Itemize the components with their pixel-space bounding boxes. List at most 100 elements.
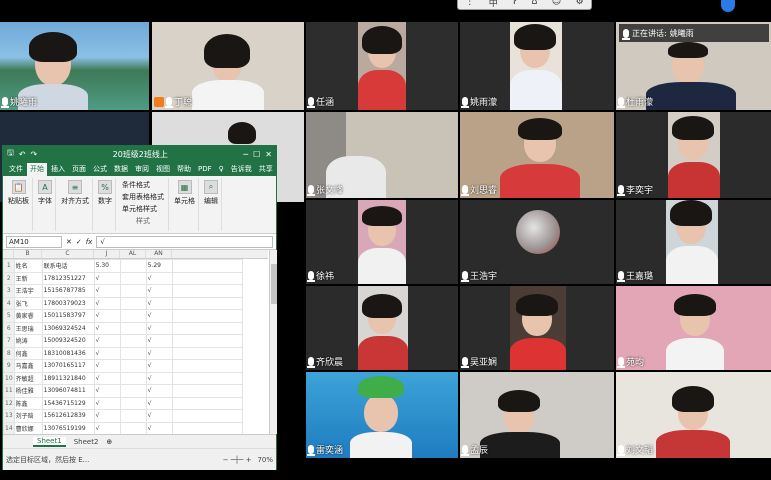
formula-input[interactable]: √ xyxy=(96,235,273,248)
cell[interactable] xyxy=(119,396,147,410)
zoom-slider[interactable]: − ─┼─ + xyxy=(223,456,252,464)
name-box[interactable]: AM10 xyxy=(6,235,62,248)
cell[interactable]: √ xyxy=(145,384,173,398)
table-row[interactable]: 10 齐敏超 18911321840 √ √ xyxy=(3,371,243,385)
cell[interactable]: √ xyxy=(145,321,173,335)
more-icon[interactable]: ⋮ xyxy=(465,0,474,7)
tell-me[interactable]: 告诉我 xyxy=(228,163,255,176)
cell[interactable] xyxy=(171,359,243,373)
cancel-icon[interactable]: ✕ xyxy=(66,238,72,246)
video-tile[interactable]: 李奕宇 xyxy=(616,112,771,198)
table-format-button[interactable]: 套用表格格式 xyxy=(122,192,164,202)
cell[interactable]: 18310081436 xyxy=(41,346,95,360)
share-icon[interactable]: ⌂ xyxy=(531,0,537,7)
maximize-icon[interactable]: ☐ xyxy=(253,150,260,159)
tab-formula[interactable]: 公式 xyxy=(90,163,110,176)
cell[interactable] xyxy=(119,321,147,335)
cell[interactable]: 齐敏超 xyxy=(13,371,43,385)
video-tile[interactable]: 姚曦雨 xyxy=(0,22,149,110)
save-icon[interactable]: 🖫 xyxy=(7,147,14,161)
cell[interactable]: 15009324520 xyxy=(41,334,95,348)
video-tile[interactable]: 姚雨濛 xyxy=(460,22,614,110)
redo-icon[interactable]: ↷ xyxy=(31,150,38,159)
tab-review[interactable]: 审阅 xyxy=(132,163,152,176)
cell[interactable] xyxy=(119,384,147,398)
table-row[interactable]: 11 杨佳雅 13096074811 √ √ xyxy=(3,384,243,398)
cell[interactable]: 13076519199 xyxy=(41,421,95,434)
cell[interactable] xyxy=(171,346,243,360)
cell[interactable]: 张飞 xyxy=(13,296,43,310)
cell[interactable]: 18911321840 xyxy=(41,371,95,385)
cell[interactable]: 杨佳雅 xyxy=(13,384,43,398)
tab-view[interactable]: 视图 xyxy=(153,163,173,176)
cell[interactable]: 13096074811 xyxy=(41,384,95,398)
lightbulb-icon[interactable]: ♀ xyxy=(216,163,227,176)
cell[interactable]: √ xyxy=(93,271,121,285)
tab-help[interactable]: 帮助 xyxy=(174,163,194,176)
cell[interactable]: 13069324524 xyxy=(41,321,95,335)
table-row[interactable]: 6 王思瑞 13069324524 √ √ xyxy=(3,321,243,335)
video-tile[interactable]: 孟辰 xyxy=(460,372,614,458)
number-group[interactable]: % 数字 xyxy=(95,178,116,231)
excel-title-bar[interactable]: 🖫 ↶ ↷ 20班级2班线上 ─ ☐ ✕ xyxy=(3,146,276,162)
table-row[interactable]: 12 陈鑫 15436715129 √ √ xyxy=(3,396,243,410)
cell[interactable]: 15011583797 xyxy=(41,309,95,323)
table-row[interactable]: 14 曹欣娜 13076519199 √ √ xyxy=(3,421,243,434)
font-group[interactable]: A 字体 xyxy=(35,178,56,231)
cell[interactable] xyxy=(119,334,147,348)
cell[interactable]: 13070165117 xyxy=(41,359,95,373)
meeting-floating-toolbar[interactable]: ⋮ 中 ʔ ⌂ ☺ ⚙ xyxy=(457,0,592,10)
cell[interactable] xyxy=(171,396,243,410)
cell[interactable]: √ xyxy=(93,396,121,410)
video-tile[interactable]: 齐欣晨 xyxy=(306,286,458,370)
video-tile[interactable]: 刘思睿 xyxy=(460,112,614,198)
emoji-icon[interactable]: ☺ xyxy=(552,0,561,7)
cell[interactable]: √ xyxy=(145,421,173,434)
tab-sheet2[interactable]: Sheet2 xyxy=(70,438,103,446)
cell[interactable] xyxy=(171,296,243,310)
cell[interactable]: √ xyxy=(93,346,121,360)
minimize-icon[interactable]: ─ xyxy=(243,150,248,159)
video-tile[interactable]: 王浩宇 xyxy=(460,200,614,284)
cell[interactable]: √ xyxy=(93,409,121,423)
cell[interactable] xyxy=(119,296,147,310)
pen-icon[interactable]: ʔ xyxy=(512,0,517,7)
tab-pdf[interactable]: PDF xyxy=(195,163,215,176)
tab-home[interactable]: 开始 xyxy=(27,163,47,176)
cell[interactable] xyxy=(171,321,243,335)
cell[interactable]: 15156787785 xyxy=(41,284,95,298)
cell[interactable] xyxy=(171,309,243,323)
edit-group[interactable]: ⌕ 编辑 xyxy=(201,178,222,231)
table-row[interactable]: 2 王新 17812351227 √ √ xyxy=(3,271,243,285)
cell[interactable] xyxy=(119,284,147,298)
video-tile[interactable]: 任涵 xyxy=(306,22,458,110)
cell-table[interactable]: 1 姓名 联系电话 5.30 5.29 2 王新 17812351227 √ √ 3 王浩宇… xyxy=(3,259,243,434)
video-tile[interactable]: 刘文韬 xyxy=(616,372,771,458)
cell[interactable]: 王浩宇 xyxy=(13,284,43,298)
video-tile[interactable]: 吴亚娴 xyxy=(460,286,614,370)
cell[interactable]: 17800379023 xyxy=(41,296,95,310)
table-row[interactable]: 8 何鑫 18310081436 √ √ xyxy=(3,346,243,360)
cell[interactable]: √ xyxy=(145,409,173,423)
cell[interactable]: √ xyxy=(145,359,173,373)
fx-icon[interactable]: fx xyxy=(86,238,93,246)
cell[interactable]: 15612612839 xyxy=(41,409,95,423)
video-tile[interactable]: 苑昀 xyxy=(616,286,771,370)
cell[interactable]: 刘子晗 xyxy=(13,409,43,423)
cell[interactable]: √ xyxy=(93,384,121,398)
tab-sheet1[interactable]: Sheet1 xyxy=(33,436,66,447)
video-tile[interactable]: 张文峰 xyxy=(306,112,458,198)
cell[interactable] xyxy=(119,409,147,423)
table-row[interactable]: 13 刘子晗 15612612839 √ √ xyxy=(3,409,243,423)
cell[interactable] xyxy=(119,309,147,323)
cell-style-button[interactable]: 单元格样式 xyxy=(122,204,164,214)
undo-icon[interactable]: ↶ xyxy=(19,150,26,159)
video-tile[interactable]: 正在讲话: 姚曦雨 杜雨濛 xyxy=(616,22,771,110)
cell[interactable]: 15436715129 xyxy=(41,396,95,410)
cell[interactable] xyxy=(171,284,243,298)
cell[interactable]: √ xyxy=(93,284,121,298)
cell[interactable] xyxy=(171,421,243,434)
video-tile[interactable]: 雷奕涵 xyxy=(306,372,458,458)
cell[interactable]: √ xyxy=(93,359,121,373)
cell[interactable]: 马嘉鑫 xyxy=(13,359,43,373)
